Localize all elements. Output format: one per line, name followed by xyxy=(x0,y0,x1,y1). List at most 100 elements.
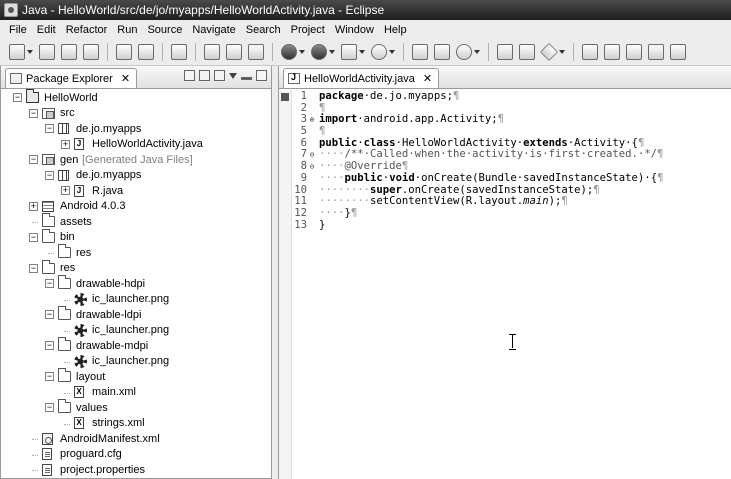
toggle-mark-occurrences-icon[interactable] xyxy=(582,44,598,60)
new-icon[interactable] xyxy=(9,44,25,60)
tree-item[interactable]: ic_launcher.png xyxy=(1,354,271,370)
new-java-package-icon[interactable] xyxy=(412,44,428,60)
external-tools-dropdown-icon[interactable] xyxy=(359,50,365,54)
open-task-icon[interactable] xyxy=(519,44,535,60)
code-line[interactable]: 3 ⊕ import·android.app.Activity;¶ xyxy=(293,114,731,126)
tree-item[interactable]: ic_launcher.png xyxy=(1,323,271,339)
run-icon[interactable] xyxy=(311,44,327,60)
collapse-toggle-icon[interactable] xyxy=(29,108,38,118)
tree-item[interactable]: R.java xyxy=(1,183,271,199)
show-whitespace-icon[interactable] xyxy=(626,44,642,60)
tree-item[interactable]: strings.xml xyxy=(1,416,271,432)
collapse-all-icon[interactable] xyxy=(184,70,195,81)
search-dropdown-icon[interactable] xyxy=(559,50,565,54)
collapse-toggle-icon[interactable] xyxy=(45,403,54,413)
code-token: ¶ xyxy=(452,90,460,102)
expand-toggle-icon[interactable] xyxy=(61,139,70,149)
tree-item[interactable]: HelloWorld xyxy=(1,89,271,106)
lint-check-icon[interactable] xyxy=(171,44,187,60)
vertical-ruler[interactable] xyxy=(279,90,292,479)
tree-item[interactable]: assets xyxy=(1,213,271,230)
tree-item[interactable]: drawable-hdpi xyxy=(1,275,271,292)
collapse-toggle-icon[interactable] xyxy=(45,341,54,351)
menu-navigate[interactable]: Navigate xyxy=(187,24,240,36)
open-type-icon[interactable] xyxy=(497,44,513,60)
coverage-icon[interactable] xyxy=(371,44,387,60)
avd-manager-icon[interactable] xyxy=(138,44,154,60)
tree-item[interactable]: de.jo.myapps xyxy=(1,121,271,137)
tree-item[interactable]: src xyxy=(1,106,271,122)
tree-item[interactable]: AndroidManifest.xml xyxy=(1,431,271,447)
new-dropdown-icon[interactable] xyxy=(27,50,33,54)
toggle-breadcrumb-icon[interactable] xyxy=(604,44,620,60)
coverage-dropdown-icon[interactable] xyxy=(389,50,395,54)
tree-item[interactable]: ic_launcher.png xyxy=(1,292,271,308)
menu-source[interactable]: Source xyxy=(142,24,187,36)
collapse-toggle-icon[interactable] xyxy=(45,170,54,180)
expand-toggle-icon[interactable] xyxy=(61,186,70,196)
new-java-project-icon[interactable] xyxy=(204,44,220,60)
link-with-editor-icon[interactable] xyxy=(199,70,210,81)
code-line[interactable]: 13} xyxy=(293,219,731,232)
menu-run[interactable]: Run xyxy=(112,24,142,36)
next-annotation-icon[interactable] xyxy=(670,44,686,60)
menu-project[interactable]: Project xyxy=(286,24,330,36)
maximize-icon[interactable] xyxy=(256,70,267,81)
tree-item[interactable]: drawable-ldpi xyxy=(1,306,271,323)
save-all-icon[interactable] xyxy=(61,44,77,60)
code-line[interactable]: 1 package·de.jo.myapps;¶ xyxy=(293,90,731,103)
search-icon[interactable] xyxy=(539,42,559,62)
collapse-toggle-icon[interactable] xyxy=(29,263,38,273)
collapse-toggle-icon[interactable] xyxy=(29,155,38,165)
menu-file[interactable]: File xyxy=(4,24,32,36)
print-icon[interactable] xyxy=(83,44,99,60)
tree-item[interactable]: gen[Generated Java Files] xyxy=(1,152,271,168)
tab-package-explorer[interactable]: Package Explorer ✕ xyxy=(5,68,138,88)
collapse-toggle-icon[interactable] xyxy=(45,279,54,289)
tree-item[interactable]: layout xyxy=(1,368,271,385)
block-selection-icon[interactable] xyxy=(648,44,664,60)
collapse-toggle-icon[interactable] xyxy=(45,372,54,382)
collapse-toggle-icon[interactable] xyxy=(13,93,22,103)
tree-item[interactable]: de.jo.myapps xyxy=(1,168,271,184)
menu-window[interactable]: Window xyxy=(330,24,379,36)
close-icon[interactable]: ✕ xyxy=(423,72,432,85)
tree-item[interactable]: drawable-mdpi xyxy=(1,337,271,354)
tree-item[interactable]: main.xml xyxy=(1,385,271,401)
tree-item[interactable]: project.properties xyxy=(1,462,271,478)
menu-edit[interactable]: Edit xyxy=(32,24,61,36)
close-icon[interactable]: ✕ xyxy=(121,72,130,85)
tree-item[interactable]: proguard.cfg xyxy=(1,447,271,463)
tree-item[interactable]: bin xyxy=(1,228,271,246)
collapse-toggle-icon[interactable] xyxy=(45,310,54,320)
code-line[interactable]: 12 ····}¶ xyxy=(293,207,731,220)
view-menu-icon[interactable] xyxy=(229,72,237,79)
new-test-project-icon[interactable] xyxy=(248,44,264,60)
run-external-tools-icon[interactable] xyxy=(341,44,357,60)
new-class-dropdown-icon[interactable] xyxy=(474,50,480,54)
android-sdk-manager-icon[interactable] xyxy=(116,44,132,60)
collapse-toggle-icon[interactable] xyxy=(45,124,54,134)
debug-dropdown-icon[interactable] xyxy=(299,50,305,54)
new-class-wizard-icon[interactable] xyxy=(456,44,472,60)
tree-item[interactable]: HelloWorldActivity.java xyxy=(1,137,271,153)
tree-item[interactable]: Android 4.0.3 xyxy=(1,199,271,215)
save-icon[interactable] xyxy=(39,44,55,60)
tree-item[interactable]: res xyxy=(1,244,271,261)
tree-item[interactable]: res xyxy=(1,259,271,277)
menu-search[interactable]: Search xyxy=(241,24,286,36)
new-java-class-icon[interactable] xyxy=(434,44,450,60)
tree-item[interactable]: values xyxy=(1,399,271,416)
new-android-project-icon[interactable] xyxy=(226,44,242,60)
menu-refactor[interactable]: Refactor xyxy=(61,24,113,36)
collapse-toggle-icon[interactable] xyxy=(29,232,38,242)
tab-helloworldactivity[interactable]: HelloWorldActivity.java ✕ xyxy=(283,68,440,88)
code-area[interactable]: 1 package·de.jo.myapps;¶ 2 ¶ 3 ⊕ import·androi… xyxy=(293,90,731,232)
run-dropdown-icon[interactable] xyxy=(329,50,335,54)
menu-help[interactable]: Help xyxy=(379,24,412,36)
expand-toggle-icon[interactable] xyxy=(29,201,38,211)
minimize-icon[interactable] xyxy=(241,77,252,80)
focus-task-icon[interactable] xyxy=(214,70,225,81)
debug-icon[interactable] xyxy=(281,44,297,60)
code-line[interactable]: 11 ········setContentView(R.layout.main);… xyxy=(293,195,731,208)
